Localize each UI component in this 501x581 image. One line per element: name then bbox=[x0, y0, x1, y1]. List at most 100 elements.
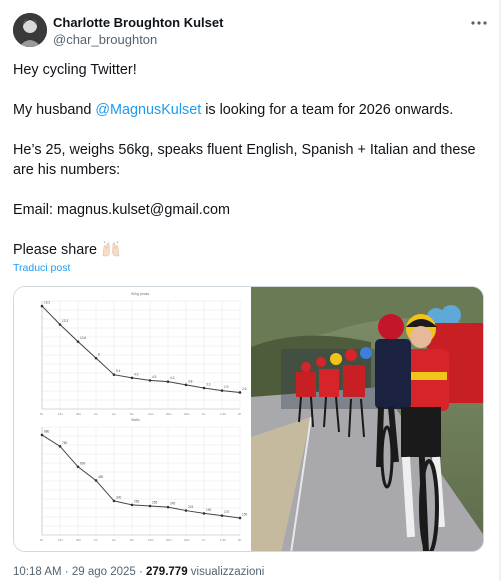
x-tick-label: 1m bbox=[94, 538, 99, 542]
data-point bbox=[112, 373, 116, 376]
x-tick-label: 5m bbox=[130, 412, 135, 416]
raising-hands-emoji-icon bbox=[101, 240, 121, 263]
x-tick-label: 30m bbox=[184, 412, 190, 416]
chart-title: Watts bbox=[131, 418, 140, 422]
x-tick-label: 5m bbox=[130, 538, 135, 542]
tweet-time[interactable]: 10:18 AM bbox=[13, 566, 62, 578]
data-label: 780 bbox=[62, 441, 68, 445]
more-options-button[interactable] bbox=[467, 13, 491, 33]
tweet-text-span: My husband bbox=[13, 102, 96, 118]
data-label: 3.3 bbox=[206, 383, 211, 387]
tweet-date[interactable]: 29 ago 2025 bbox=[72, 566, 136, 578]
x-tick-label: 30s bbox=[76, 538, 81, 542]
avatar[interactable] bbox=[13, 13, 47, 47]
data-label: 880 bbox=[44, 429, 50, 433]
data-label: 2.9 bbox=[224, 385, 229, 389]
data-label: 480 bbox=[98, 475, 104, 479]
power-curves-chart: W/kg peaks 5s 15s 30s 1m 2m 5m 10m 20m 30m 1h 1.5h 2… bbox=[40, 292, 248, 542]
x-tick-label: 1m bbox=[94, 412, 99, 416]
author-name[interactable]: Charlotte Broughton Kulset bbox=[53, 15, 223, 30]
data-label: 265 bbox=[134, 499, 140, 503]
tweet-text-span: is looking for a team for 2026 onwards. bbox=[201, 102, 454, 118]
tweet-line: Please share bbox=[13, 240, 485, 263]
data-label: 255 bbox=[152, 501, 158, 505]
data-label: 5.4 bbox=[116, 369, 121, 373]
x-tick-label: 30s bbox=[76, 412, 81, 416]
tweet-line: Hey cycling Twitter! bbox=[13, 62, 137, 78]
x-tick-label: 5s bbox=[40, 412, 44, 416]
data-point bbox=[130, 503, 134, 507]
data-point bbox=[76, 465, 80, 469]
data-point bbox=[130, 376, 134, 380]
data-point bbox=[220, 389, 224, 392]
views-label: visualizzazioni bbox=[190, 566, 265, 578]
separator: · bbox=[64, 566, 72, 578]
view-count: 279.779 bbox=[146, 566, 188, 578]
x-tick-label: 1.5h bbox=[220, 412, 226, 416]
x-tick-label: 2h bbox=[238, 538, 242, 542]
author-handle[interactable]: @char_broughton bbox=[53, 32, 157, 47]
series-line bbox=[41, 434, 241, 519]
data-point bbox=[238, 516, 242, 520]
data-point bbox=[202, 386, 206, 390]
data-point bbox=[202, 512, 206, 515]
data-point bbox=[58, 445, 62, 448]
tweet-line: My husband @MagnusKulset is looking for … bbox=[13, 100, 485, 120]
x-tick-label: 2h bbox=[238, 412, 242, 416]
x-tick-label: 2m bbox=[112, 412, 117, 416]
tweet-text-span: Please share bbox=[13, 242, 97, 258]
data-label: 4.3 bbox=[170, 376, 175, 380]
x-tick-label: 2m bbox=[112, 538, 117, 542]
x-tick-label: 5s bbox=[40, 538, 44, 542]
data-point bbox=[58, 323, 62, 326]
translate-post-link[interactable]: Traduci post bbox=[13, 262, 70, 274]
separator: · bbox=[138, 566, 147, 578]
data-label: 8 bbox=[98, 353, 100, 357]
data-label: 190 bbox=[206, 508, 212, 512]
media-grid: W/kg peaks 5s 15s 30s 1m 2m 5m 10m 20m 30m 1h 1.5h 2… bbox=[13, 286, 484, 552]
chart-title: W/kg peaks bbox=[131, 292, 150, 296]
data-point bbox=[94, 356, 98, 360]
x-tick-label: 1h bbox=[202, 412, 206, 416]
tweet-header: Charlotte Broughton Kulset @char_brought… bbox=[13, 13, 491, 49]
data-label: 600 bbox=[80, 461, 86, 465]
data-label: 215 bbox=[188, 505, 194, 509]
data-point bbox=[220, 514, 224, 517]
data-point bbox=[184, 383, 188, 387]
x-tick-label: 10m bbox=[148, 538, 154, 542]
data-label: 16.2 bbox=[44, 301, 50, 305]
data-point bbox=[184, 509, 188, 512]
data-label: 300 bbox=[116, 495, 122, 499]
x-tick-label: 20m bbox=[166, 412, 172, 416]
data-point bbox=[40, 304, 44, 308]
x-tick-label: 10m bbox=[148, 412, 154, 416]
data-point bbox=[166, 380, 170, 383]
data-point bbox=[148, 379, 152, 382]
tweet-body: Hey cycling Twitter! My husband @MagnusK… bbox=[13, 60, 485, 283]
data-label: 3.8 bbox=[188, 379, 193, 383]
power-charts-image[interactable]: W/kg peaks 5s 15s 30s 1m 2m 5m 10m 20m 30m 1h 1.5h 2… bbox=[14, 287, 249, 551]
data-point bbox=[166, 505, 170, 509]
data-label: 2.6 bbox=[242, 387, 247, 391]
x-tick-label: 15s bbox=[58, 412, 63, 416]
data-point bbox=[238, 391, 242, 394]
data-point bbox=[94, 479, 98, 482]
data-point bbox=[148, 504, 152, 508]
x-tick-label: 1h bbox=[202, 538, 206, 542]
x-tick-label: 15s bbox=[58, 538, 63, 542]
data-point bbox=[76, 340, 80, 343]
data-label: 13.3 bbox=[62, 319, 68, 323]
tweet-line: He’s 25, weighs 56kg, speaks fluent Engl… bbox=[13, 142, 476, 178]
x-tick-label: 20m bbox=[166, 538, 172, 542]
mention-link[interactable]: @MagnusKulset bbox=[95, 102, 201, 118]
data-label: 10.6 bbox=[80, 336, 86, 340]
peloton-photo[interactable] bbox=[251, 287, 483, 551]
data-label: 170 bbox=[224, 510, 230, 514]
x-tick-label: 30m bbox=[184, 538, 190, 542]
data-label: 150 bbox=[242, 512, 248, 516]
tweet-line: Email: magnus.kulset@gmail.com bbox=[13, 202, 230, 218]
data-label: 245 bbox=[170, 502, 176, 506]
data-point bbox=[40, 433, 44, 437]
tweet-meta: 10:18 AM · 29 ago 2025 · 279.779 visuali… bbox=[13, 566, 264, 578]
more-dots-icon bbox=[471, 21, 487, 25]
